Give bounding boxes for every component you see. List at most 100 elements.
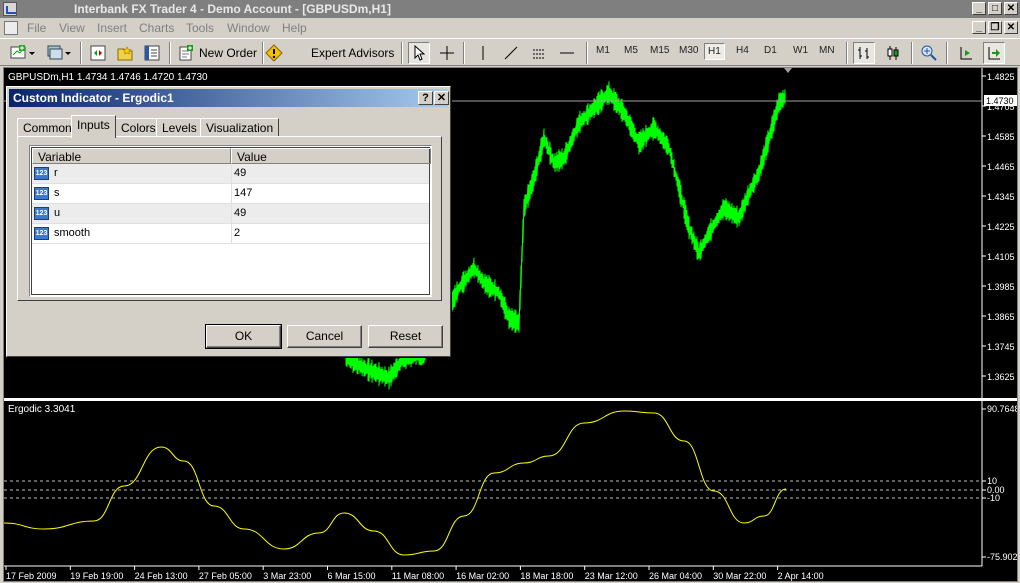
timeframe-w1[interactable]: W1 — [793, 45, 808, 56]
timeframe-m5[interactable]: M5 — [624, 45, 638, 56]
timeframe-h4[interactable]: H4 — [736, 45, 749, 56]
candlestick-icon[interactable] — [882, 42, 904, 64]
reset-button[interactable]: Reset — [368, 325, 443, 348]
mdi-minimize-button[interactable]: _ — [972, 21, 986, 34]
new-order-label: New Order — [199, 46, 258, 60]
timeframe-h1[interactable]: H1 — [704, 43, 725, 60]
shift-marker-icon — [784, 68, 792, 73]
integer-param-icon: 123 — [34, 187, 49, 200]
toolbar-separator — [586, 42, 588, 64]
close-button[interactable]: ✕ — [1004, 2, 1018, 15]
tab-common[interactable]: Common — [17, 118, 78, 137]
dialog-help-button[interactable]: ? — [418, 91, 433, 105]
navigator-icon[interactable] — [114, 42, 136, 64]
time-tick-label: 3 Mar 23:00 — [263, 571, 311, 581]
menu-charts[interactable]: Charts — [139, 21, 174, 35]
toolbar-separator — [911, 42, 913, 64]
variable-value[interactable]: 49 — [234, 167, 246, 179]
tab-visualization[interactable]: Visualization — [200, 118, 280, 137]
price-tick-label: 1.4345 — [987, 192, 1015, 202]
trendline-icon[interactable] — [500, 42, 522, 64]
price-tick-label: 1.4585 — [987, 132, 1015, 142]
price-tick-label: 1.4825 — [987, 72, 1015, 82]
zoom-in-icon[interactable] — [918, 42, 940, 64]
ok-button[interactable]: OK — [205, 324, 282, 349]
integer-param-icon: 123 — [34, 167, 49, 180]
timeframe-mn[interactable]: MN — [819, 45, 835, 56]
document-icon[interactable] — [4, 21, 18, 35]
tab-colors[interactable]: Colors — [115, 118, 162, 137]
cancel-button[interactable]: Cancel — [287, 325, 362, 348]
variable-value[interactable]: 49 — [234, 207, 246, 219]
time-tick-label: 6 Mar 15:00 — [328, 571, 376, 581]
horizontal-line-icon[interactable] — [556, 42, 578, 64]
dialog-title: Custom Indicator - Ergodic1 — [13, 91, 174, 105]
dialog-close-button[interactable]: ✕ — [434, 91, 449, 105]
time-tick-label: 24 Feb 13:00 — [135, 571, 188, 581]
time-tick-label: 23 Mar 12:00 — [585, 571, 638, 581]
menu-tools[interactable]: Tools — [186, 21, 214, 35]
bar-chart-icon[interactable] — [853, 42, 875, 64]
input-row-s[interactable]: 123 s 147 — [32, 184, 429, 204]
input-row-u[interactable]: 123 u 49 — [32, 204, 429, 224]
ergodic-tick-label: -10 — [987, 493, 1000, 503]
dialog-title-bar[interactable]: Custom Indicator - Ergodic1 ? ✕ — [9, 89, 449, 107]
price-tick-label: 1.3745 — [987, 342, 1015, 352]
price-tick-label: 1.4105 — [987, 252, 1015, 262]
chart-symbol-info: GBPUSDm,H1 1.4734 1.4746 1.4720 1.4730 — [8, 72, 208, 83]
menu-insert[interactable]: Insert — [97, 21, 127, 35]
variable-value[interactable]: 147 — [234, 187, 252, 199]
expert-advisors-button[interactable]: Expert Advisors — [265, 42, 397, 64]
menu-help[interactable]: Help — [282, 21, 307, 35]
chart-shift-icon[interactable] — [955, 42, 977, 64]
vertical-line-icon[interactable] — [472, 42, 494, 64]
time-tick-label: 11 Mar 08:00 — [392, 571, 444, 581]
variable-value[interactable]: 2 — [234, 227, 240, 239]
column-value[interactable]: Value — [231, 148, 431, 164]
tab-inputs[interactable]: Inputs — [71, 115, 116, 138]
mdi-close-button[interactable]: ✕ — [1004, 21, 1018, 34]
maximize-button[interactable]: □ — [988, 2, 1002, 15]
timeframe-d1[interactable]: D1 — [764, 45, 777, 56]
minimize-button[interactable]: _ — [972, 2, 986, 15]
column-variable[interactable]: Variable — [32, 148, 231, 164]
time-tick-label: 18 Mar 18:00 — [520, 571, 573, 581]
crosshair-icon[interactable] — [436, 42, 458, 64]
app-icon — [3, 2, 17, 16]
title-bar: Interbank FX Trader 4 - Demo Account - [… — [0, 0, 1020, 18]
profiles-icon[interactable] — [44, 42, 74, 64]
time-tick-label: 16 Mar 02:00 — [456, 571, 509, 581]
tab-levels[interactable]: Levels — [156, 118, 203, 137]
timeframe-m30[interactable]: M30 — [679, 45, 698, 56]
autoscroll-icon[interactable] — [983, 42, 1005, 64]
toolbar-separator — [262, 42, 264, 64]
menu-file[interactable]: File — [27, 21, 46, 35]
menu-bar: File View Insert Charts Tools Window Hel… — [0, 18, 1020, 38]
terminal-icon[interactable] — [141, 42, 163, 64]
input-row-r[interactable]: 123 r 49 — [32, 164, 429, 184]
current-price-label: 1.4730 — [986, 96, 1014, 106]
market-watch-icon[interactable] — [87, 42, 109, 64]
time-tick-label: 30 Mar 22:00 — [713, 571, 766, 581]
window-title: Interbank FX Trader 4 - Demo Account - [… — [74, 2, 391, 16]
time-tick-label: 19 Feb 19:00 — [70, 571, 123, 581]
custom-indicator-dialog: Custom Indicator - Ergodic1 ? ✕ Common I… — [6, 86, 451, 357]
channel-icon[interactable] — [528, 42, 550, 64]
input-row-smooth[interactable]: 123 smooth 2 — [32, 224, 429, 244]
price-tick-label: 1.3985 — [987, 282, 1015, 292]
menu-window[interactable]: Window — [227, 21, 270, 35]
mdi-restore-button[interactable]: ❐ — [988, 21, 1002, 34]
inputs-grid: Variable Value 123 r 49 123 s 147 123 u … — [29, 145, 432, 297]
new-chart-icon[interactable] — [8, 42, 38, 64]
price-tick-label: 1.4465 — [987, 162, 1015, 172]
timeframe-m1[interactable]: M1 — [596, 45, 610, 56]
variable-name: smooth — [54, 227, 91, 239]
time-tick-label: 27 Feb 05:00 — [199, 571, 252, 581]
new-order-button[interactable]: New Order — [177, 42, 259, 64]
ergodic-indicator-pane[interactable]: 90.7648100.00-10-75.902117 Feb 200919 Fe… — [4, 401, 1017, 581]
toolbar: New Order Expert Advisors M1 M5 M15 M30 … — [0, 38, 1020, 66]
timeframe-m15[interactable]: M15 — [650, 45, 669, 56]
toolbar-separator — [946, 42, 948, 64]
menu-view[interactable]: View — [59, 21, 85, 35]
cursor-icon[interactable] — [408, 42, 430, 64]
